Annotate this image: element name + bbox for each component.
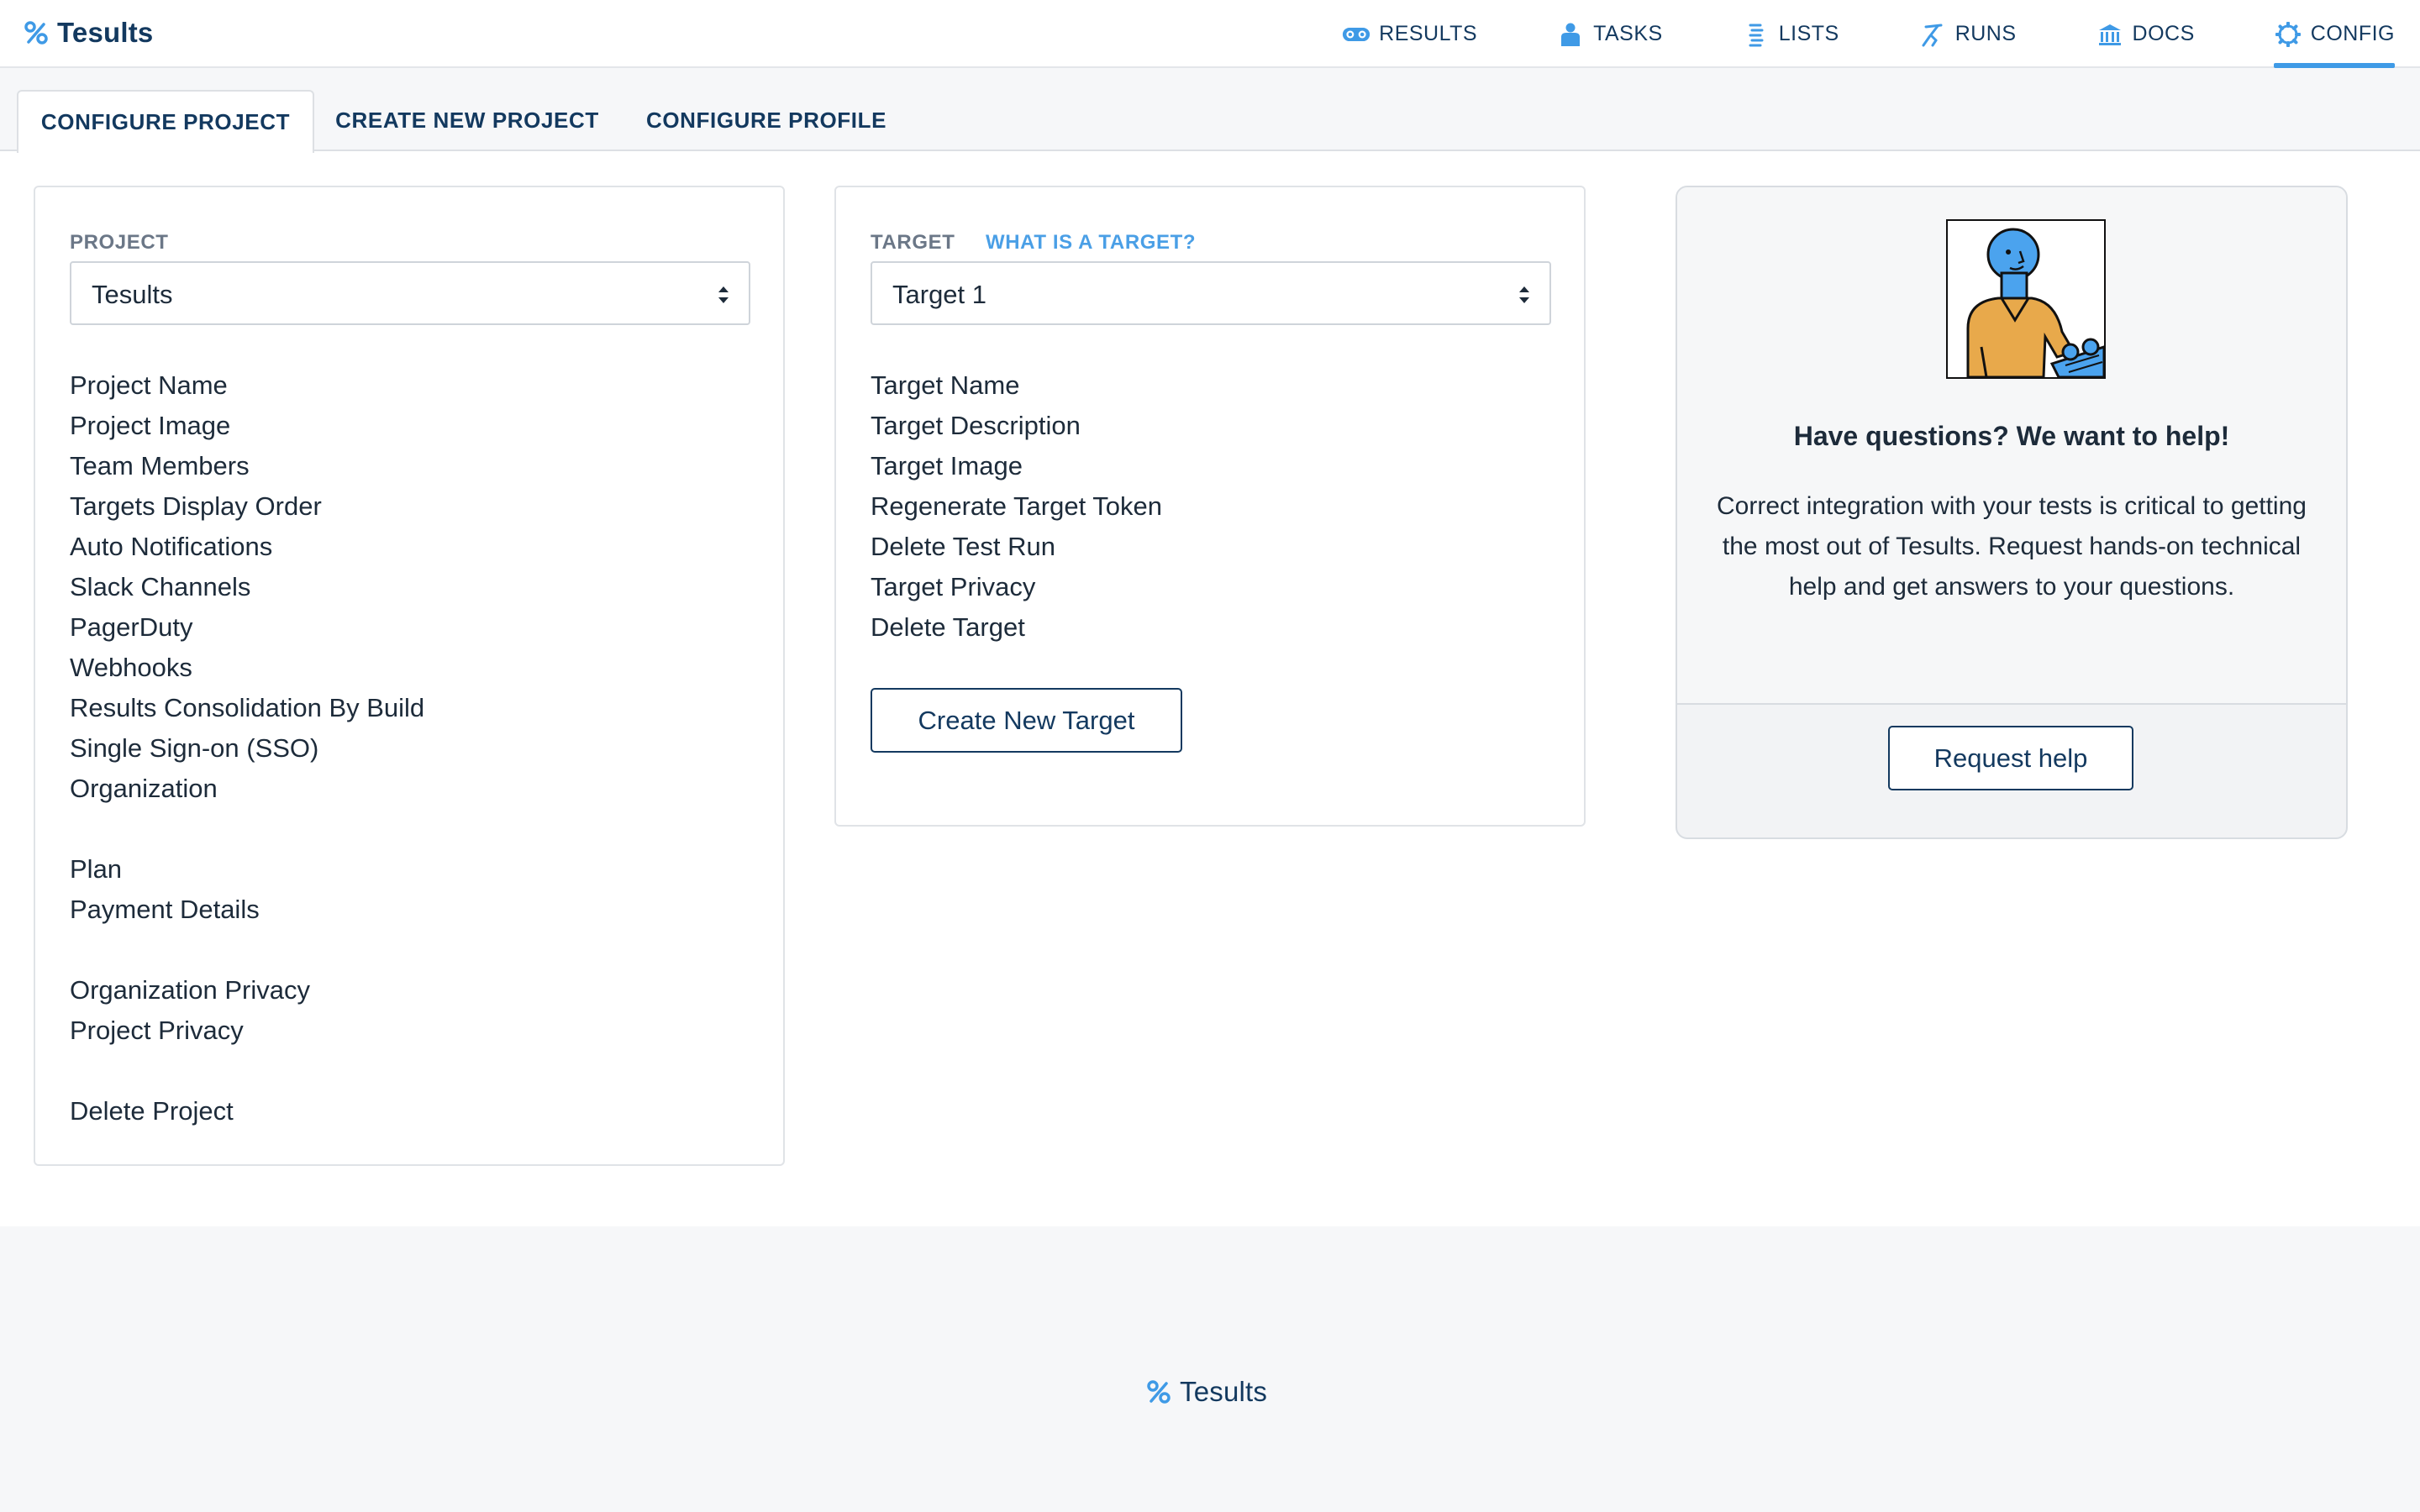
- project-select-value: Tesults: [92, 280, 173, 309]
- tabs-bar: CONFIGURE PROJECT CREATE NEW PROJECT CON…: [0, 68, 2420, 153]
- nav-tasks[interactable]: TASKS: [1556, 0, 1663, 68]
- top-header: Tesults RESULTS TASKS LISTS RUNS DOCS CO…: [0, 0, 2420, 68]
- list-item[interactable]: Delete Project: [70, 1091, 424, 1131]
- list-item[interactable]: Project Image: [70, 406, 424, 446]
- list-item[interactable]: Target Privacy: [871, 567, 1162, 607]
- list-item[interactable]: Auto Notifications: [70, 527, 424, 567]
- main-nav: RESULTS TASKS LISTS RUNS DOCS CONFIG: [1263, 0, 2396, 68]
- percent-logo-icon: [24, 21, 48, 45]
- runs-icon: [1918, 20, 1947, 49]
- project-label: PROJECT: [70, 231, 169, 254]
- list-item[interactable]: Project Privacy: [70, 1011, 424, 1051]
- help-card-body: Have questions? We want to help! Correct…: [1677, 187, 2346, 705]
- project-settings-list: Project Name Project Image Team Members …: [70, 365, 424, 1131]
- brand-logo[interactable]: Tesults: [24, 17, 153, 49]
- list-item[interactable]: Target Description: [871, 406, 1162, 446]
- list-item[interactable]: Organization Privacy: [70, 970, 424, 1011]
- nav-results[interactable]: RESULTS: [1342, 0, 1477, 68]
- target-select-value: Target 1: [892, 280, 987, 309]
- tab-configure-profile[interactable]: CONFIGURE PROFILE: [639, 90, 894, 151]
- help-card: Have questions? We want to help! Correct…: [1676, 186, 2348, 839]
- target-label: TARGET: [871, 231, 955, 254]
- nav-config-label: CONFIG: [2310, 22, 2395, 45]
- results-icon: [1342, 20, 1370, 49]
- config-icon: [2274, 20, 2302, 49]
- tab-configure-project[interactable]: CONFIGURE PROJECT: [17, 90, 314, 153]
- list-item[interactable]: Team Members: [70, 446, 424, 486]
- docs-icon: [2096, 20, 2124, 49]
- nav-lists-label: LISTS: [1778, 22, 1839, 45]
- list-item[interactable]: Single Sign-on (SSO): [70, 728, 424, 769]
- list-item[interactable]: PagerDuty: [70, 607, 424, 648]
- list-item[interactable]: Delete Test Run: [871, 527, 1162, 567]
- nav-tasks-label: TASKS: [1593, 22, 1663, 45]
- create-new-target-button[interactable]: Create New Target: [871, 688, 1182, 753]
- list-item[interactable]: Payment Details: [70, 890, 424, 930]
- list-item[interactable]: Project Name: [70, 365, 424, 406]
- list-item[interactable]: Target Name: [871, 365, 1162, 406]
- brand-name: Tesults: [57, 17, 154, 48]
- tasks-icon: [1556, 20, 1585, 49]
- project-select[interactable]: Tesults: [70, 261, 750, 325]
- select-caret-icon: [1519, 286, 1529, 303]
- footer-brand-name: Tesults: [1180, 1376, 1268, 1407]
- help-card-title: Have questions? We want to help!: [1793, 421, 2230, 451]
- tab-create-new-project[interactable]: CREATE NEW PROJECT: [333, 90, 602, 151]
- nav-runs[interactable]: RUNS: [1918, 0, 2017, 68]
- target-panel: TARGET WHAT IS A TARGET? Target 1 Target…: [834, 186, 1586, 827]
- nav-results-label: RESULTS: [1379, 22, 1478, 45]
- lists-icon: [1742, 20, 1770, 49]
- nav-runs-label: RUNS: [1954, 22, 2017, 45]
- nav-docs[interactable]: DOCS: [2096, 0, 2195, 68]
- list-item[interactable]: Plan: [70, 849, 424, 890]
- list-item[interactable]: Delete Target: [871, 607, 1162, 648]
- help-card-text: Correct integration with your tests is c…: [1717, 492, 2307, 601]
- list-item[interactable]: Webhooks: [70, 648, 424, 688]
- target-select[interactable]: Target 1: [871, 261, 1551, 325]
- target-settings-list: Target Name Target Description Target Im…: [871, 365, 1162, 648]
- request-help-button[interactable]: Request help: [1888, 726, 2133, 790]
- nav-docs-label: DOCS: [2132, 22, 2195, 45]
- list-item[interactable]: Results Consolidation By Build: [70, 688, 424, 728]
- list-item[interactable]: Slack Channels: [70, 567, 424, 607]
- project-panel: PROJECT Tesults Project Name Project Ima…: [34, 186, 785, 1166]
- select-caret-icon: [718, 286, 729, 303]
- list-item[interactable]: Regenerate Target Token: [871, 486, 1162, 527]
- footer: Tesults: [0, 1226, 2420, 1512]
- what-is-a-target-link[interactable]: WHAT IS A TARGET?: [986, 231, 1196, 255]
- list-item[interactable]: Organization: [70, 769, 424, 809]
- support-person-illustration: [1946, 219, 2106, 379]
- nav-lists[interactable]: LISTS: [1742, 0, 1839, 68]
- list-item[interactable]: Target Image: [871, 446, 1162, 486]
- list-item[interactable]: Targets Display Order: [70, 486, 424, 527]
- nav-config[interactable]: CONFIG: [2273, 0, 2396, 68]
- percent-logo-icon: [1147, 1380, 1171, 1404]
- footer-brand[interactable]: Tesults: [1146, 1376, 1267, 1408]
